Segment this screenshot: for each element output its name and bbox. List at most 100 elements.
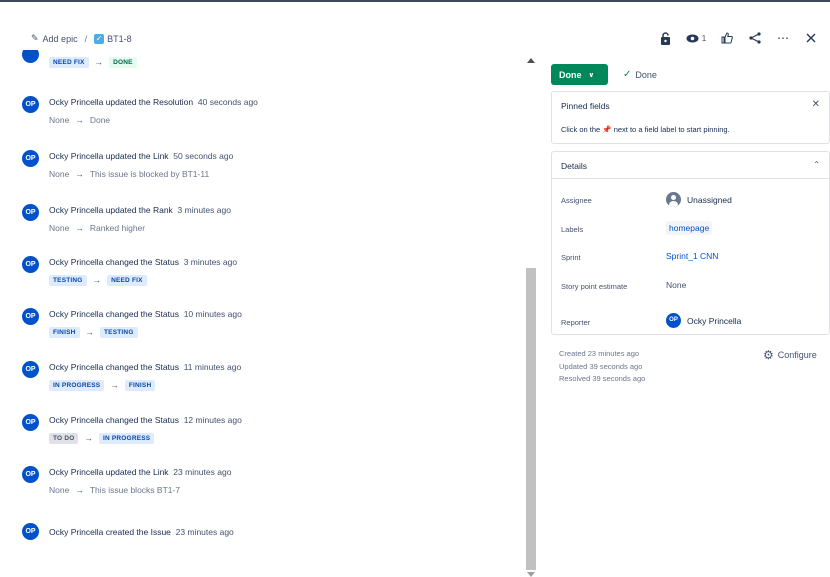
avatar[interactable]: OP (22, 308, 39, 325)
watch-count: 1 (701, 33, 707, 43)
issue-toolbar: 1 ⋯ (648, 28, 822, 48)
resolution-indicator: ✓ Done (623, 69, 657, 80)
avatar[interactable]: OP (22, 523, 39, 540)
status-lozenge: IN PROGRESS (49, 379, 105, 391)
activity-item: OP Ocky Princella updated the Link 23 mi… (22, 466, 231, 496)
activity-user: Ocky Princella (49, 415, 104, 425)
details-title: Details (561, 161, 587, 171)
activity-action: updated the Link (105, 151, 169, 161)
activity-history: NEED FIX → DONE OP Ocky Princella update… (0, 50, 520, 577)
new-value: This issue blocks BT1-7 (89, 485, 181, 495)
activity-time: 23 minutes ago (173, 467, 232, 477)
eye-icon (686, 34, 699, 42)
old-value: None (49, 223, 70, 233)
checkmark-icon: ✓ (623, 69, 632, 80)
close-icon[interactable]: ✕ (812, 99, 820, 110)
old-value: None (49, 115, 70, 125)
activity-time: 3 minutes ago (183, 257, 238, 267)
activity-item: OP Ocky Princella updated the Link 50 se… (22, 150, 233, 180)
activity-action: changed the Status (105, 415, 179, 425)
created-date: Created 23 minutes ago (559, 349, 640, 358)
status-lozenge: TO DO (49, 432, 79, 444)
avatar[interactable]: OP (22, 204, 39, 221)
activity-item: OP Ocky Princella changed the Status 3 m… (22, 256, 237, 286)
scroll-up-arrow-icon[interactable] (527, 58, 535, 63)
activity-action: updated the Rank (105, 205, 173, 215)
activity-time: 40 seconds ago (197, 97, 258, 107)
pencil-icon: ✎ (31, 33, 39, 43)
close-button[interactable] (800, 28, 822, 48)
thumbs-up-icon (721, 32, 733, 44)
reporter-label: Reporter (561, 318, 591, 327)
status-lozenge: FINISH (124, 379, 156, 391)
activity-user: Ocky Princella (49, 205, 104, 215)
activity-user: Ocky Princella (49, 257, 104, 267)
lock-button[interactable] (654, 28, 676, 48)
old-value: None (49, 169, 70, 179)
arrow-icon: → (92, 275, 102, 285)
sprint-field[interactable]: Sprint_1 CNN (666, 251, 718, 261)
avatar[interactable]: OP (22, 256, 39, 273)
labels-label: Labels (561, 225, 584, 234)
activity-time: 50 seconds ago (173, 151, 234, 161)
chevron-down-icon: ∨ (588, 71, 595, 79)
activity-scrollbar[interactable] (524, 53, 538, 577)
like-button[interactable] (716, 28, 738, 48)
status-lozenge: DONE (109, 56, 137, 68)
activity-action: changed the Status (105, 309, 179, 319)
chevron-up-icon[interactable]: ⌃ (813, 160, 820, 169)
story-point-field[interactable]: None (666, 280, 686, 290)
new-value: Ranked higher (89, 223, 146, 233)
avatar[interactable]: OP (22, 150, 39, 167)
details-header[interactable]: Details ⌃ (552, 152, 829, 179)
reporter-field[interactable]: OP Ocky Princella (666, 313, 741, 328)
avatar[interactable]: OP (22, 96, 39, 113)
activity-time: 10 minutes ago (183, 309, 242, 319)
avatar[interactable]: OP (22, 466, 39, 483)
status-dropdown-button[interactable]: Done ∨ (551, 64, 608, 85)
labels-field[interactable]: homepage (666, 221, 713, 235)
status-lozenge: NEED FIX (107, 274, 147, 286)
activity-time: 11 minutes ago (183, 362, 242, 372)
pinned-fields-panel: Pinned fields ✕ Click on the 📌 next to a… (551, 91, 830, 144)
avatar[interactable]: OP (22, 361, 39, 378)
assignee-value: Unassigned (687, 194, 732, 205)
activity-time: 12 minutes ago (183, 415, 242, 425)
add-epic-link[interactable]: Add epic (43, 34, 78, 44)
status-label: Done (559, 69, 582, 80)
status-lozenge: NEED FIX (49, 56, 89, 68)
activity-user: Ocky Princella (49, 309, 104, 319)
issue-key-link[interactable]: BT1-8 (107, 34, 132, 44)
activity-user: Ocky Princella (49, 97, 104, 107)
details-panel: Details ⌃ Assignee Unassigned Labels hom… (551, 151, 830, 335)
share-button[interactable] (744, 28, 766, 48)
activity-user: Ocky Princella (49, 362, 104, 372)
assignee-field[interactable]: Unassigned (666, 192, 732, 207)
activity-item: OP Ocky Princella changed the Status 11 … (22, 361, 241, 391)
label-chip[interactable]: homepage (666, 221, 713, 235)
pin-icon: 📌 (602, 125, 612, 134)
pinned-fields-hint: Click on the 📌 next to a field label to … (561, 125, 730, 134)
arrow-icon: → (94, 57, 104, 67)
status-lozenge: FINISH (49, 326, 80, 338)
avatar[interactable]: OP (22, 414, 39, 431)
arrow-icon: → (84, 433, 93, 443)
configure-button[interactable]: ⚙ Configure (763, 348, 817, 362)
arrow-icon: → (75, 169, 84, 179)
close-icon (806, 33, 816, 43)
updated-date: Updated 39 seconds ago (559, 361, 643, 371)
scroll-down-arrow-icon[interactable] (527, 572, 535, 577)
resolution-value: Done (635, 69, 657, 80)
gear-icon: ⚙ (763, 348, 774, 362)
activity-user: Ocky Princella (49, 527, 104, 537)
activity-item: OP Ocky Princella changed the Status 10 … (22, 308, 242, 338)
pinned-fields-title: Pinned fields (561, 101, 610, 111)
scroll-thumb[interactable] (526, 268, 536, 570)
lock-icon (660, 31, 670, 45)
reporter-value: Ocky Princella (687, 315, 742, 326)
watch-button[interactable]: 1 (682, 28, 710, 48)
more-actions-button[interactable]: ⋯ (772, 28, 794, 48)
activity-action: updated the Resolution (105, 97, 194, 107)
status-lozenge: TESTING (49, 274, 87, 286)
assignee-label: Assignee (561, 196, 592, 205)
